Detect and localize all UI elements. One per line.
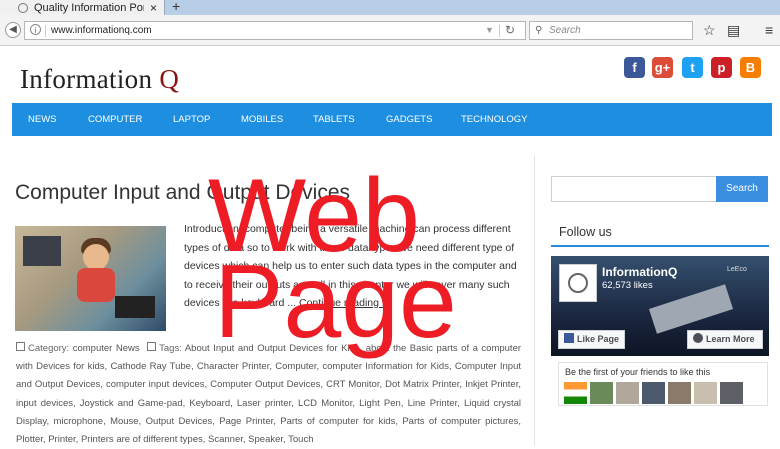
site-logo[interactable]: Information Q bbox=[20, 64, 179, 95]
category-links[interactable]: computer News bbox=[73, 343, 140, 354]
tags-icon bbox=[147, 342, 157, 351]
friend-avatar[interactable] bbox=[694, 382, 717, 404]
google-plus-icon[interactable]: g+ bbox=[652, 57, 673, 78]
browser-tab[interactable]: Quality Information Portal ... × bbox=[0, 0, 165, 15]
close-tab-icon[interactable]: × bbox=[150, 1, 157, 15]
thumbnail-monitor bbox=[23, 236, 61, 266]
like-page-label: Like Page bbox=[577, 334, 620, 344]
friend-avatar[interactable] bbox=[720, 382, 743, 404]
browser-tab-strip: Quality Information Portal ... × + bbox=[0, 0, 780, 15]
address-divider bbox=[45, 25, 46, 37]
fb-page-name[interactable]: InformationQ bbox=[602, 265, 677, 279]
friend-avatar[interactable] bbox=[642, 382, 665, 404]
avatar-logo-icon bbox=[568, 273, 588, 293]
logo-q: Q bbox=[159, 64, 180, 94]
nav-item-news[interactable]: NEWS bbox=[28, 103, 57, 136]
follow-us-heading: Follow us bbox=[559, 225, 612, 239]
search-icon: ⚲ bbox=[535, 25, 543, 36]
logo-text: Information bbox=[20, 64, 160, 94]
facebook-icon[interactable]: f bbox=[624, 57, 645, 78]
menu-hamburger-icon[interactable]: ≡ bbox=[765, 22, 773, 38]
site-info-icon[interactable]: i bbox=[30, 24, 41, 35]
category-icon bbox=[16, 342, 25, 351]
fb-friends-box: Be the first of your friends to like thi… bbox=[558, 362, 768, 406]
fb-like-page-button[interactable]: Like Page bbox=[558, 330, 625, 349]
address-divider-right bbox=[499, 25, 500, 37]
follow-us-underline bbox=[551, 245, 769, 247]
navigation-toolbar: ◀ i www.informationq.com ▼ ↻ ⚲ Search ☆ … bbox=[0, 15, 780, 46]
thumbnail-device bbox=[115, 296, 155, 318]
category-label: Category: bbox=[28, 343, 70, 354]
reading-list-icon[interactable]: ▤ bbox=[727, 22, 740, 39]
column-divider bbox=[534, 156, 535, 446]
browser-search-input[interactable]: ⚲ Search bbox=[529, 21, 693, 40]
sidebar-search-button[interactable]: Search bbox=[716, 176, 768, 202]
nav-item-technology[interactable]: TECHNOLOGY bbox=[461, 103, 528, 136]
fb-friends-text: Be the first of your friends to like thi… bbox=[565, 367, 711, 377]
friend-avatar[interactable] bbox=[590, 382, 613, 404]
nav-item-laptop[interactable]: LAPTOP bbox=[173, 103, 210, 136]
facebook-icon bbox=[564, 333, 574, 343]
new-tab-button[interactable]: + bbox=[172, 0, 180, 14]
watermark-page: Page bbox=[214, 244, 457, 360]
nav-item-computer[interactable]: COMPUTER bbox=[88, 103, 142, 136]
address-bar[interactable]: i www.informationq.com ▼ ↻ bbox=[24, 21, 526, 40]
nav-item-tablets[interactable]: TABLETS bbox=[313, 103, 355, 136]
twitter-icon[interactable]: t bbox=[682, 57, 703, 78]
fb-learn-more-button[interactable]: Learn More bbox=[687, 330, 763, 349]
blogger-icon[interactable]: B bbox=[740, 57, 761, 78]
reload-icon[interactable]: ↻ bbox=[505, 22, 515, 39]
friend-avatar[interactable] bbox=[616, 382, 639, 404]
pinterest-icon[interactable]: p bbox=[711, 57, 732, 78]
learn-more-label: Learn More bbox=[706, 334, 755, 344]
tags-label: Tags: bbox=[159, 343, 182, 354]
friend-avatar[interactable] bbox=[564, 382, 587, 404]
address-url[interactable]: www.informationq.com bbox=[51, 22, 152, 39]
thumbnail-child-body bbox=[77, 268, 115, 302]
page-favicon-icon bbox=[18, 2, 28, 13]
cover-satellite-image bbox=[648, 284, 734, 334]
browser-search-placeholder: Search bbox=[549, 25, 581, 36]
history-dropdown-icon[interactable]: ▼ bbox=[485, 22, 494, 39]
nav-item-gadgets[interactable]: GADGETS bbox=[386, 103, 432, 136]
fb-page-avatar[interactable] bbox=[559, 264, 597, 302]
fb-cover-tag: LeEco bbox=[727, 266, 747, 273]
main-navigation: NEWS COMPUTER LAPTOP MOBILES TABLETS GAD… bbox=[12, 103, 772, 136]
post-thumbnail[interactable] bbox=[15, 226, 166, 331]
fb-page-likes: 62,573 likes bbox=[602, 280, 653, 291]
bookmark-star-icon[interactable]: ☆ bbox=[703, 22, 716, 39]
thumbnail-child-face bbox=[83, 244, 109, 270]
friend-avatar[interactable] bbox=[668, 382, 691, 404]
back-arrow-icon[interactable]: ◀ bbox=[5, 22, 21, 38]
info-icon bbox=[693, 333, 703, 343]
nav-item-mobiles[interactable]: MOBILES bbox=[241, 103, 283, 136]
facebook-page-widget[interactable]: InformationQ 62,573 likes LeEco Like Pag… bbox=[551, 256, 769, 356]
tab-title: Quality Information Portal ... bbox=[34, 1, 144, 14]
sidebar-search-input[interactable] bbox=[551, 176, 717, 202]
